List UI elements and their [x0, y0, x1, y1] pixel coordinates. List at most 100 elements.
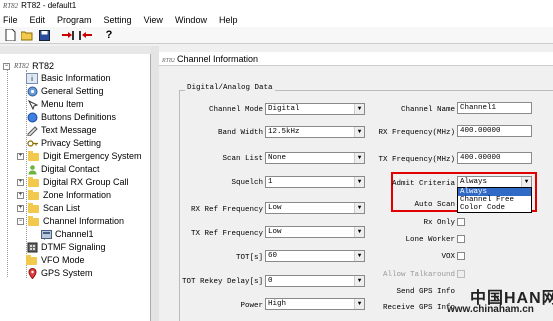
lone-worker-checkbox[interactable] — [457, 235, 465, 243]
expand-icon[interactable]: + — [17, 192, 24, 199]
menu-setting[interactable]: Setting — [104, 15, 132, 25]
navigation-tree: − RT82 RT82 i Basic Information General Set… — [0, 46, 151, 321]
vox-checkbox[interactable] — [457, 252, 465, 260]
tree-item-basic-information[interactable]: i Basic Information — [26, 72, 111, 85]
menu-program[interactable]: Program — [57, 15, 92, 25]
send-gps-label: Send GPS Info — [396, 288, 455, 296]
admit-criteria-label: Admit Criteria — [391, 180, 455, 188]
expand-icon[interactable]: + — [17, 153, 24, 160]
menu-file[interactable]: File — [3, 15, 18, 25]
scan-list-select[interactable]: None ▼ — [265, 152, 365, 164]
gps-icon — [26, 267, 38, 280]
open-icon[interactable] — [20, 28, 34, 42]
key-icon — [26, 138, 38, 149]
menu-edit[interactable]: Edit — [30, 15, 46, 25]
folder-icon — [26, 254, 37, 265]
rx-frequency-input[interactable]: 400.00000 — [457, 125, 532, 137]
button-icon — [26, 112, 38, 123]
tx-ref-frequency-select[interactable]: Low ▼ — [265, 226, 365, 238]
tree-item-channel-information[interactable]: − Channel Information — [17, 215, 124, 228]
help-icon[interactable]: ? — [102, 28, 116, 42]
band-width-label: Band Width — [217, 129, 263, 137]
menu-help[interactable]: Help — [219, 15, 238, 25]
dropdown-arrow-icon: ▼ — [521, 177, 531, 187]
channel-information-panel: RT82 Channel Information Digital/Analog D… — [159, 46, 553, 321]
squelch-select[interactable]: 1 ▼ — [265, 176, 365, 188]
channel-name-label: Channel Name — [400, 106, 455, 114]
channel-mode-select[interactable]: Digital ▼ — [265, 103, 365, 115]
menu-icon — [26, 99, 38, 111]
channel-icon — [40, 229, 52, 240]
rx-ref-frequency-label: RX Ref Frequency — [190, 206, 263, 214]
menu-view[interactable]: View — [144, 15, 163, 25]
tree-item-digit-emergency-system[interactable]: + Digit Emergency System — [17, 150, 142, 163]
tree-item-digital-rx-group-call[interactable]: + Digital RX Group Call — [17, 176, 129, 189]
channel-name-input[interactable]: Channel1 — [457, 102, 532, 114]
tree-item-scan-list[interactable]: + Scan List — [17, 202, 80, 215]
tot-label: TOT[s] — [235, 254, 263, 262]
dropdown-arrow-icon: ▼ — [354, 276, 364, 286]
rx-frequency-label: RX Frequency(MHz) — [378, 129, 455, 137]
app-logo: RT82 — [3, 2, 19, 10]
tx-frequency-input[interactable]: 400.00000 — [457, 152, 532, 164]
admit-option-channel-free[interactable]: Channel Free — [458, 196, 531, 204]
tree-item-text-message[interactable]: Text Message — [26, 124, 97, 137]
folder-icon — [28, 176, 39, 187]
allow-talkaround-label: Allow Talkaround — [382, 271, 455, 279]
auto-scan-label: Auto Scan — [414, 201, 455, 209]
menu-bar: File Edit Program Setting View Window He… — [0, 12, 553, 27]
admit-criteria-dropdown: Always Channel Free Color Code — [457, 187, 532, 213]
allow-talkaround-checkbox[interactable] — [457, 270, 465, 278]
power-select[interactable]: High ▼ — [265, 298, 365, 310]
info-icon: i — [26, 73, 38, 84]
dropdown-arrow-icon: ▼ — [354, 203, 364, 213]
tree-item-gps-system[interactable]: GPS System — [26, 267, 93, 280]
panel-logo: RT82 — [162, 58, 176, 64]
admit-option-color-code[interactable]: Color Code — [458, 204, 531, 212]
collapse-icon[interactable]: − — [3, 63, 10, 70]
tree-item-digital-contact[interactable]: Digital Contact — [26, 163, 100, 176]
write-icon[interactable] — [78, 28, 92, 42]
tot-rekey-delay-select[interactable]: 0 ▼ — [265, 275, 365, 287]
group-title: Digital/Analog Data — [185, 84, 275, 92]
contact-icon — [26, 164, 38, 175]
expand-icon[interactable]: + — [17, 179, 24, 186]
pane-splitter[interactable] — [151, 46, 159, 321]
tot-rekey-delay-label: TOT Rekey Delay[s] — [181, 278, 263, 286]
expand-icon[interactable]: + — [17, 205, 24, 212]
dropdown-arrow-icon: ▼ — [354, 251, 364, 261]
watermark-url: www.chinaham.cn — [447, 304, 534, 315]
window-title: RT82 - default1 — [21, 1, 77, 10]
new-icon[interactable] — [3, 28, 17, 42]
dtmf-icon — [26, 242, 38, 253]
tree-item-zone-information[interactable]: + Zone Information — [17, 189, 111, 202]
rx-only-label: Rx Only — [423, 219, 455, 227]
tx-ref-frequency-label: TX Ref Frequency — [190, 230, 263, 238]
message-icon — [26, 125, 38, 137]
vox-label: VOX — [441, 253, 455, 261]
panel-header: RT82 Channel Information — [159, 52, 553, 66]
squelch-label: Squelch — [231, 179, 263, 187]
tree-item-buttons-definitions[interactable]: Buttons Definitions — [26, 111, 116, 124]
tree-item-privacy-setting[interactable]: Privacy Setting — [26, 137, 101, 150]
gear-icon — [26, 86, 38, 97]
band-width-select[interactable]: 12.5kHz ▼ — [265, 126, 365, 138]
rx-ref-frequency-select[interactable]: Low ▼ — [265, 202, 365, 214]
tree-item-menu-item[interactable]: Menu Item — [26, 98, 84, 111]
tree-item-channel1[interactable]: Channel1 — [40, 228, 94, 241]
dropdown-arrow-icon: ▼ — [354, 127, 364, 137]
tree-item-vfo-mode[interactable]: VFO Mode — [26, 254, 85, 267]
read-icon[interactable] — [61, 28, 75, 42]
menu-window[interactable]: Window — [175, 15, 207, 25]
admit-option-always[interactable]: Always — [458, 188, 531, 196]
panel-title: Channel Information — [177, 54, 259, 64]
rx-only-checkbox[interactable] — [457, 218, 465, 226]
tree-item-general-setting[interactable]: General Setting — [26, 85, 104, 98]
save-icon[interactable] — [37, 28, 51, 42]
lone-worker-label: Lone Worker — [405, 236, 455, 244]
tree-item-dtmf-signaling[interactable]: DTMF Signaling — [26, 241, 106, 254]
collapse-icon[interactable]: − — [17, 218, 24, 225]
tot-select[interactable]: 60 ▼ — [265, 250, 365, 262]
receive-gps-label: Receive GPS Info — [382, 304, 455, 312]
scan-list-label: Scan List — [222, 155, 263, 163]
